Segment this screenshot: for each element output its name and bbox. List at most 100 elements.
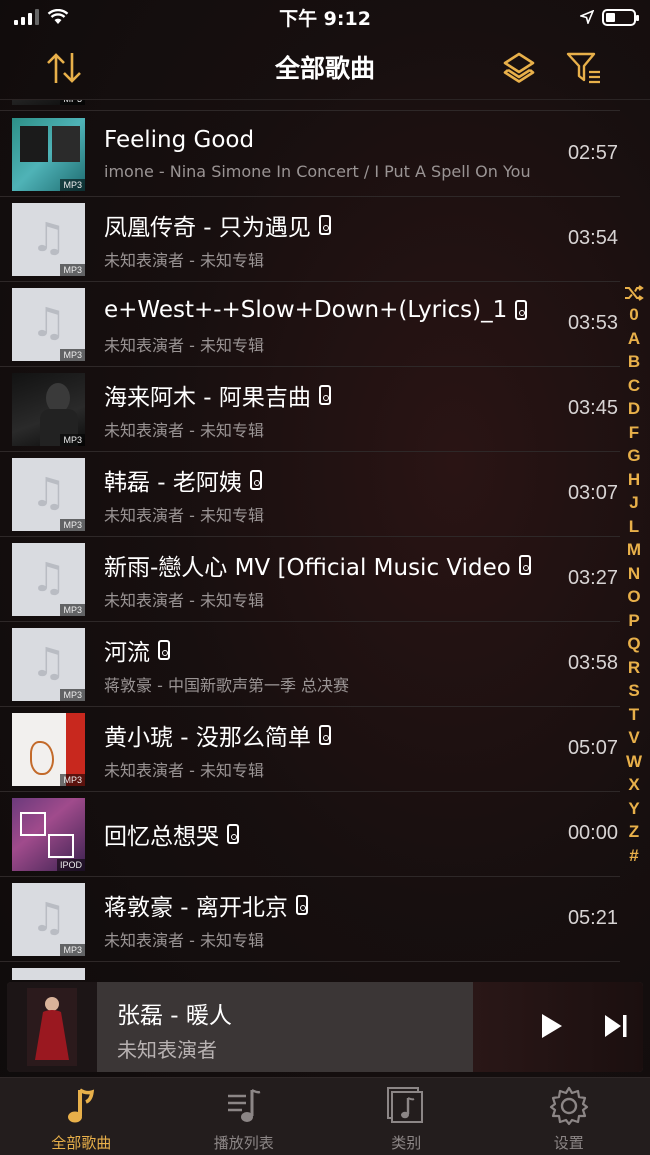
- index-letter[interactable]: W: [626, 750, 642, 774]
- page-title: 全部歌曲: [274, 53, 375, 83]
- gear-icon: [549, 1086, 588, 1126]
- song-row[interactable]: ♫ MP3 河流 蒋敦豪 - 中国新歌声第一季 总决赛 03:58: [0, 622, 620, 707]
- song-subtitle: 蒋敦豪 - 中国新歌声第一季 总决赛: [104, 676, 350, 694]
- ipod-icon: [318, 725, 331, 745]
- song-duration: 02:57: [567, 142, 618, 164]
- song-subtitle: 未知表演者 - 未知专辑: [104, 591, 264, 609]
- filter-icon: [566, 52, 600, 84]
- index-letter[interactable]: N: [628, 562, 640, 586]
- album-art-placeholder: ♫ MP3: [12, 628, 85, 701]
- index-letter[interactable]: J: [629, 491, 638, 515]
- song-title: e+West+-+Slow+Down+(Lyrics)_1: [104, 292, 544, 328]
- song-duration: 03:58: [567, 652, 618, 674]
- layers-button[interactable]: [499, 48, 539, 88]
- tab-categories[interactable]: 类别: [325, 1078, 488, 1155]
- index-letter[interactable]: L: [629, 515, 639, 539]
- tab-settings[interactable]: 设置: [488, 1078, 650, 1155]
- index-letter[interactable]: X: [628, 773, 639, 797]
- index-letter[interactable]: R: [628, 656, 640, 680]
- alphabet-index[interactable]: 0 A B C D F G H J L M N O P Q R S T V W …: [622, 285, 646, 867]
- ipod-icon: [249, 470, 262, 490]
- album-art-placeholder: ♫ MP3: [12, 458, 85, 531]
- index-letter[interactable]: 0: [629, 303, 638, 327]
- song-row[interactable]: ♫ MP3 韩磊 - 老阿姨 未知表演者 - 未知专辑 03:07: [0, 452, 620, 537]
- song-subtitle: 未知表演者 - 未知专辑: [104, 506, 264, 524]
- index-letter[interactable]: #: [629, 844, 638, 868]
- play-icon: [542, 1014, 562, 1038]
- song-list[interactable]: MP3 MP3 Feeling Good imone - Nina Simone…: [0, 100, 620, 980]
- song-duration: 03:27: [567, 567, 618, 589]
- index-letter[interactable]: B: [628, 350, 640, 374]
- song-row[interactable]: ♫ MP3 蒋敦豪 - 离开北京 未知表演者 - 未知专辑 05:21: [0, 877, 620, 962]
- ipod-icon: [227, 824, 239, 844]
- mini-player[interactable]: 张磊 - 暖人 未知表演者: [7, 982, 643, 1072]
- album-art-purple: IPOD: [12, 798, 85, 871]
- song-row[interactable]: MP3 Feeling Good imone - Nina Simone In …: [0, 112, 620, 197]
- location-icon: [580, 10, 594, 24]
- now-playing-artist: 未知表演者: [117, 1038, 217, 1062]
- song-title: 海来阿木 - 阿果吉曲: [104, 377, 544, 413]
- next-button[interactable]: [603, 1012, 629, 1044]
- album-art-placeholder: [12, 968, 85, 980]
- tab-all-songs[interactable]: 全部歌曲: [0, 1078, 163, 1155]
- song-title: 韩磊 - 老阿姨: [104, 462, 544, 498]
- index-letter[interactable]: F: [629, 421, 639, 445]
- sort-arrows-icon: [47, 53, 81, 83]
- index-letter[interactable]: A: [628, 327, 640, 351]
- index-letter[interactable]: Q: [627, 632, 640, 656]
- index-letter[interactable]: S: [628, 679, 639, 703]
- index-letter[interactable]: M: [627, 538, 641, 562]
- song-row[interactable]: ♫ MP3 e+West+-+Slow+Down+(Lyrics)_1 未知表演者…: [0, 282, 620, 367]
- song-row[interactable]: ♫ MP3 凤凰传奇 - 只为遇见 未知表演者 - 未知专辑 03:54: [0, 197, 620, 282]
- song-subtitle: 未知表演者 - 未知专辑: [104, 761, 264, 779]
- index-letter[interactable]: T: [629, 703, 639, 727]
- song-row[interactable]: IPOD 回忆总想哭 00:00: [0, 792, 620, 877]
- tab-playlists[interactable]: 播放列表: [163, 1078, 326, 1155]
- song-row[interactable]: MP3 黄小琥 - 没那么简单 未知表演者 - 未知专辑 05:07: [0, 707, 620, 792]
- song-title: Feeling Good: [104, 127, 255, 153]
- music-note-icon: ♫: [30, 300, 67, 347]
- nav-bar: 全部歌曲: [0, 34, 650, 100]
- status-bar: 下午 9:12: [0, 0, 650, 34]
- shuffle-icon[interactable]: [624, 285, 644, 301]
- song-title: 蒋敦豪 - 离开北京: [104, 887, 544, 923]
- index-letter[interactable]: Z: [629, 820, 639, 844]
- music-note-icon: [68, 1088, 95, 1123]
- index-letter[interactable]: G: [627, 444, 640, 468]
- playlist-icon: [227, 1088, 261, 1122]
- album-art-placeholder: ♫ MP3: [12, 543, 85, 616]
- music-note-icon: ♫: [30, 215, 67, 262]
- index-letter[interactable]: P: [628, 609, 639, 633]
- song-duration: 05:21: [567, 907, 618, 929]
- next-icon: [605, 1015, 627, 1037]
- song-title: 凤凰传奇 - 只为遇见: [104, 207, 544, 243]
- song-duration: 05:07: [567, 737, 618, 759]
- song-subtitle: 未知表演者 - 未知专辑: [104, 251, 264, 269]
- ipod-icon: [518, 555, 531, 575]
- song-duration: 03:53: [567, 312, 618, 334]
- wifi-icon: [47, 9, 69, 24]
- song-row-partial[interactable]: MP3: [0, 100, 620, 111]
- song-row[interactable]: ♫ MP3 新雨-戀人心 MV [Official Music Video 未知表…: [0, 537, 620, 622]
- song-row[interactable]: MP3 海来阿木 - 阿果吉曲 未知表演者 - 未知专辑 03:45: [0, 367, 620, 452]
- index-letter[interactable]: H: [628, 468, 640, 492]
- ipod-icon: [515, 300, 528, 320]
- sort-button[interactable]: [44, 48, 84, 88]
- index-letter[interactable]: O: [627, 585, 640, 609]
- song-row-partial[interactable]: [0, 962, 620, 980]
- ipod-icon: [318, 215, 331, 235]
- song-duration: 03:45: [567, 397, 618, 419]
- filter-button[interactable]: [564, 48, 604, 88]
- index-letter[interactable]: D: [628, 397, 640, 421]
- album-art-placeholder: ♫ MP3: [12, 883, 85, 956]
- index-letter[interactable]: V: [628, 726, 639, 750]
- song-title: 河流: [104, 632, 544, 668]
- album-art-red-figure: MP3: [12, 713, 85, 786]
- ipod-icon: [295, 895, 308, 915]
- song-subtitle: 未知表演者 - 未知专辑: [104, 931, 264, 949]
- album-art-placeholder: ♫ MP3: [12, 203, 85, 276]
- play-button[interactable]: [540, 1012, 564, 1044]
- index-letter[interactable]: C: [628, 374, 640, 398]
- index-letter[interactable]: Y: [628, 797, 639, 821]
- signal-icon: [14, 9, 39, 25]
